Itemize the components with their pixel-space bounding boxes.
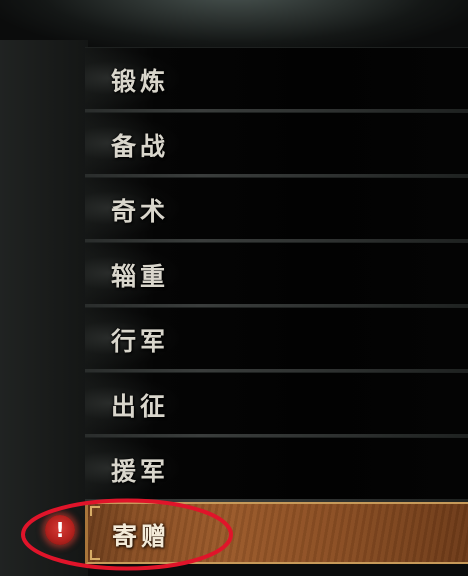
menu-item-label: 出征 xyxy=(111,392,170,421)
menu-item-tactics[interactable]: 奇术 xyxy=(85,177,468,243)
menu-item-label: 锻炼 xyxy=(111,67,170,96)
menu-item-label: 援军 xyxy=(111,457,170,486)
menu-item-expedition[interactable]: 出征 xyxy=(85,372,468,438)
menu-item-label: 行军 xyxy=(111,327,170,356)
side-menu: 锻炼 备战 奇术 辎重 行军 出征 援军 寄赠 xyxy=(85,47,468,576)
menu-item-march[interactable]: 行军 xyxy=(85,307,468,373)
menu-item-label: 寄赠 xyxy=(112,522,171,551)
exclamation-icon: ! xyxy=(45,515,75,545)
menu-item-label: 奇术 xyxy=(111,197,170,226)
menu-item-gifting[interactable]: 寄赠 xyxy=(85,502,468,564)
ornament-corner xyxy=(90,506,100,516)
menu-item-label: 辎重 xyxy=(111,262,170,291)
menu-item-supplies[interactable]: 辎重 xyxy=(85,242,468,308)
ornament-corner xyxy=(90,550,100,560)
menu-item-reinforcement[interactable]: 援军 xyxy=(85,437,468,503)
menu-item-label: 备战 xyxy=(111,132,170,161)
menu-item-training[interactable]: 锻炼 xyxy=(85,47,468,113)
left-panel-shadow xyxy=(0,40,88,576)
menu-item-preparation[interactable]: 备战 xyxy=(85,112,468,178)
alert-glyph: ! xyxy=(55,518,65,542)
game-screen: 锻炼 备战 奇术 辎重 行军 出征 援军 寄赠 ! xyxy=(0,0,468,576)
